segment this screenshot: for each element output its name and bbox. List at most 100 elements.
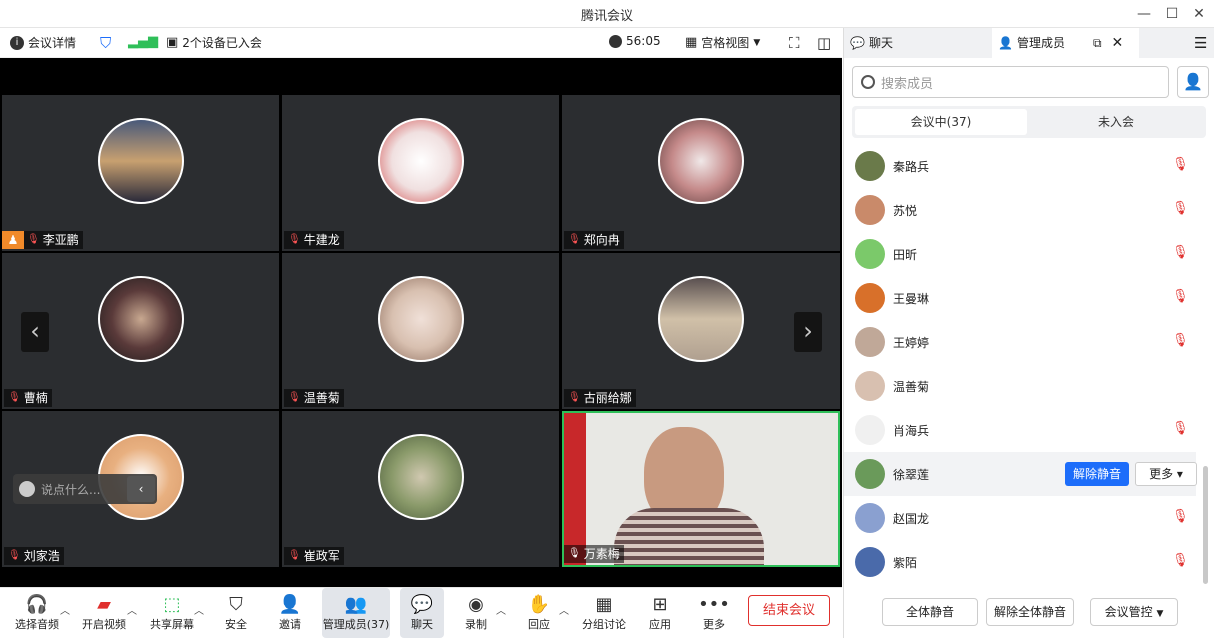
member-row[interactable]: 徐翠莲 解除静音 更多 ▾ [844, 452, 1197, 496]
reaction-button[interactable]: ✋ 回应 [517, 588, 561, 638]
meeting-toolbar: 🎧 选择音频 ︿ ▰ 开启视频 ︿ ⬚ 共享屏幕 ︿ ⛉ 安全 👤 邀请 👥 管理成员(37… [0, 587, 842, 638]
chevron-up-icon[interactable]: ︿ [127, 602, 137, 617]
shield-icon[interactable]: ⛉ [100, 34, 111, 52]
name-tag: 🎙 曹楠 [4, 389, 52, 407]
menu-icon[interactable]: ☰ [1194, 28, 1207, 58]
more-button[interactable]: 更多 ▾ [1135, 462, 1197, 486]
collapse-icon[interactable]: ‹ [127, 476, 155, 502]
next-page-button[interactable]: › [794, 312, 822, 352]
chevron-up-icon[interactable]: ︿ [60, 602, 70, 617]
member-row[interactable]: 温善菊 [844, 364, 1196, 408]
popout-icon[interactable]: ⧉ [1093, 28, 1102, 58]
member-row[interactable]: 田昕 🎙 [844, 232, 1196, 276]
invite-button[interactable]: 👤 邀请 [268, 588, 312, 638]
member-row[interactable]: 赵国龙 🎙 [844, 496, 1196, 540]
manage-members-button[interactable]: 👥 管理成员(37) [322, 588, 390, 638]
unmute-all-button[interactable]: 解除全体静音 [986, 598, 1074, 626]
video-button[interactable]: ▰ 开启视频 [76, 588, 132, 638]
chevron-up-icon[interactable]: ︿ [496, 602, 506, 617]
share-screen-button[interactable]: ⬚ 共享屏幕 [144, 588, 200, 638]
video-tile[interactable]: ♟ 🎙 李亚鹏 [2, 95, 279, 251]
mic-muted-icon[interactable]: 🎙 [1172, 245, 1189, 260]
chevron-up-icon[interactable]: ︿ [559, 602, 569, 617]
add-member-button[interactable]: 👤 [1177, 66, 1209, 98]
tab-in-meeting[interactable]: 会议中(37) [855, 109, 1027, 135]
video-label: 开启视频 [82, 618, 126, 631]
meeting-control-button[interactable]: 会议管控 ▼ [1090, 598, 1178, 626]
member-row[interactable]: 秦路兵 🎙 [844, 144, 1196, 188]
view-switch-button[interactable]: ▦ 宫格视图 ▼ [685, 34, 760, 51]
audio-label: 选择音频 [15, 618, 59, 631]
chat-input[interactable]: 说点什么... [41, 481, 121, 498]
chevron-down-icon: ▾ [1173, 467, 1183, 481]
tab-members[interactable]: 👤 管理成员 ⧉ ✕ [992, 28, 1139, 58]
share-icon: ⬚ [163, 594, 181, 615]
meeting-details-label: 会议详情 [28, 36, 77, 50]
close-icon[interactable]: ✕ [1112, 28, 1124, 58]
security-label: 安全 [225, 618, 247, 631]
quick-chat-box[interactable]: 说点什么... ‹ [13, 474, 157, 504]
mic-muted-icon[interactable]: 🎙 [1172, 509, 1189, 524]
scrollbar[interactable] [1203, 466, 1208, 584]
avatar [378, 434, 464, 520]
video-tile-speaking[interactable]: 🎙 万素梅 [562, 411, 840, 567]
fullscreen-icon[interactable]: ⛶ [789, 34, 800, 52]
mic-muted-icon[interactable]: 🎙 [1172, 421, 1189, 436]
avatar [378, 118, 464, 204]
record-label: 录制 [465, 618, 487, 631]
audio-button[interactable]: 🎧 选择音频 [10, 588, 64, 638]
unmute-button[interactable]: 解除静音 [1065, 462, 1129, 486]
video-tile[interactable]: 🎙 温善菊 [282, 253, 559, 409]
video-tile[interactable]: 🎙 崔政军 [282, 411, 559, 567]
video-stage: ♟ 🎙 李亚鹏 🎙 牛建龙 🎙 郑向冉 🎙 曹楠 🎙 温善菊 🎙 古丽给娜 🎙 刘家浩 🎙 崔政军… [0, 58, 842, 587]
tab-not-joined[interactable]: 未入会 [1030, 109, 1202, 135]
members-icon: 👤 [998, 36, 1013, 50]
mic-muted-icon[interactable]: 🎙 [1172, 553, 1189, 568]
mic-muted-icon[interactable]: 🎙 [1172, 289, 1189, 304]
search-placeholder: 搜索成员 [881, 76, 934, 92]
prev-page-button[interactable]: ‹ [21, 312, 49, 352]
breakout-button[interactable]: ▦ 分组讨论 [578, 588, 630, 638]
signal-icon: ▂▄▆ [128, 34, 158, 49]
avatar [855, 547, 885, 577]
video-tile[interactable]: 🎙 郑向冉 [562, 95, 840, 251]
end-meeting-button[interactable]: 结束会议 [748, 595, 830, 626]
member-search-input[interactable]: 搜索成员 [852, 66, 1169, 98]
chat-icon: 💬 [850, 36, 865, 50]
host-icon: ♟ [2, 231, 24, 249]
member-row[interactable]: 王婷婷 🎙 [844, 320, 1196, 364]
record-button[interactable]: ◉ 录制 [454, 588, 498, 638]
security-button[interactable]: ⛉ 安全 [214, 588, 258, 638]
tab-chat[interactable]: 💬 聊天 [850, 28, 893, 58]
emoji-icon[interactable] [19, 481, 35, 497]
chat-label: 聊天 [411, 618, 433, 631]
member-row[interactable]: 王曼琳 🎙 [844, 276, 1196, 320]
apps-icon: ⊞ [652, 594, 668, 615]
clock-icon [609, 34, 622, 48]
name-tag: 🎙 郑向冉 [564, 231, 624, 249]
avatar [855, 415, 885, 445]
devices-button[interactable]: ▣ 2个设备已入会 [166, 34, 262, 51]
meeting-details-button[interactable]: i 会议详情 [10, 34, 76, 51]
minimize-icon[interactable]: — [1133, 3, 1155, 25]
member-row[interactable]: 肖海兵 🎙 [844, 408, 1196, 452]
devices-label: 2个设备已入会 [182, 36, 262, 50]
mic-muted-icon[interactable]: 🎙 [1172, 157, 1189, 172]
participant-name: 刘家浩 [23, 549, 60, 563]
record-icon: ◉ [468, 594, 484, 615]
avatar [658, 276, 744, 362]
sidebar-toggle-icon[interactable]: ◫ [817, 34, 831, 52]
mic-muted-icon[interactable]: 🎙 [1172, 201, 1189, 216]
mute-all-button[interactable]: 全体静音 [882, 598, 978, 626]
maximize-icon[interactable]: ☐ [1161, 3, 1183, 25]
close-icon[interactable]: ✕ [1188, 3, 1210, 25]
member-row[interactable]: 紫陌 🎙 [844, 540, 1196, 584]
video-tile[interactable]: 🎙 牛建龙 [282, 95, 559, 251]
member-row[interactable]: 苏悦 🎙 [844, 188, 1196, 232]
chevron-up-icon[interactable]: ︿ [194, 602, 204, 617]
mic-muted-icon: 🎙 [568, 392, 581, 403]
chat-button[interactable]: 💬 聊天 [400, 588, 444, 638]
apps-button[interactable]: ⊞ 应用 [638, 588, 682, 638]
mic-muted-icon[interactable]: 🎙 [1172, 333, 1189, 348]
more-button[interactable]: ••• 更多 [692, 588, 736, 638]
